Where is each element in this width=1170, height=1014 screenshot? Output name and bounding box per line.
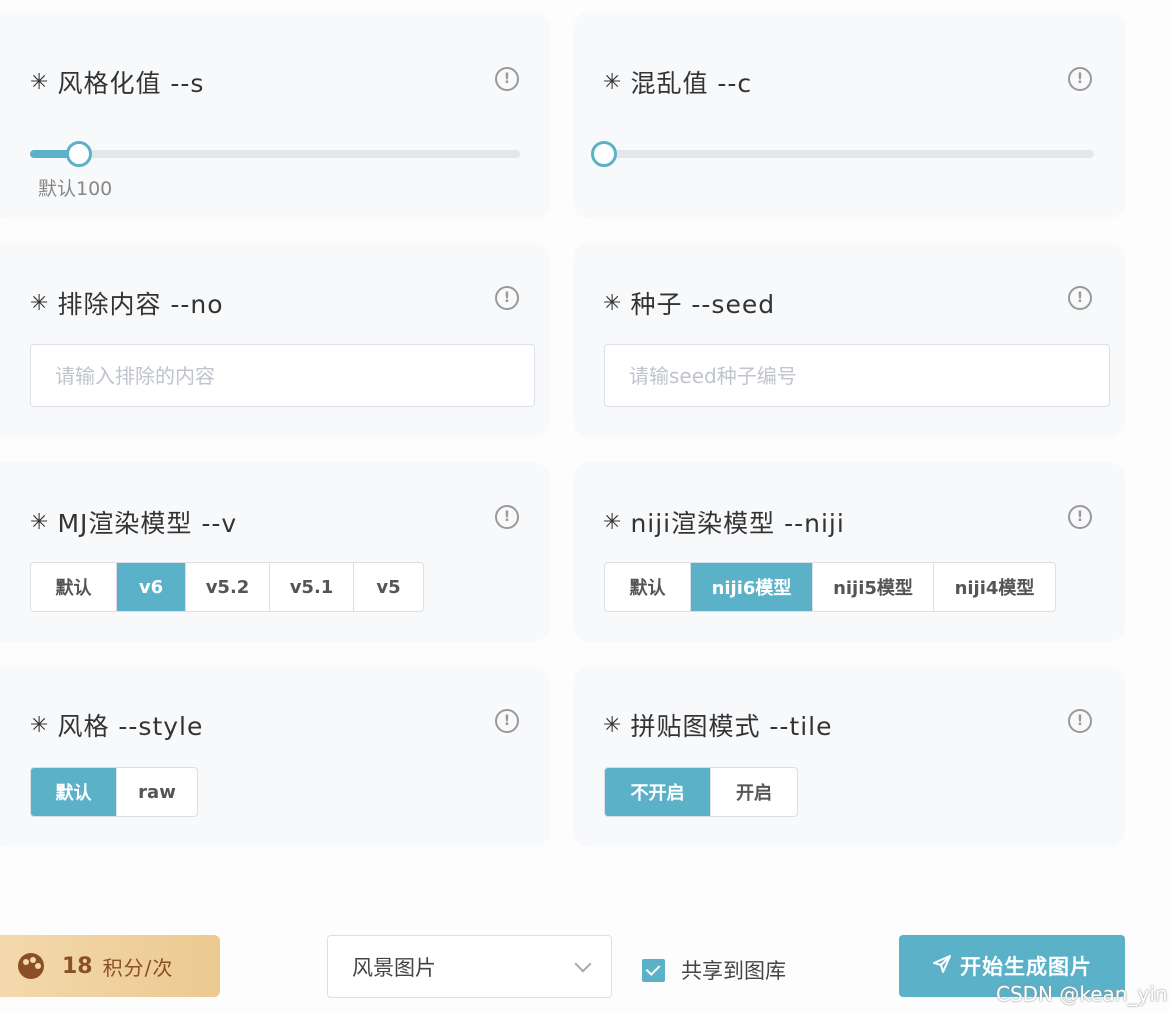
asterisk-icon: ✳ (603, 509, 623, 535)
generate-label: 开始生成图片 (960, 955, 1092, 979)
cost-badge: 18 积分/次 (0, 935, 220, 997)
cost-number: 18 (62, 953, 93, 979)
share-to-gallery[interactable]: 共享到图库 (642, 955, 786, 985)
asterisk-icon: ✳ (603, 69, 623, 95)
chaos-slider-thumb[interactable] (591, 141, 617, 167)
seed-card: ✳ 种子 --seed ! (573, 243, 1125, 437)
niji-model-option-niji6[interactable]: niji6模型 (691, 563, 813, 611)
tile-option-off[interactable]: 不开启 (605, 768, 711, 816)
watermark: CSDN @kean_yin (996, 982, 1168, 1006)
niji-model-option-niji4[interactable]: niji4模型 (934, 563, 1055, 611)
info-icon[interactable]: ! (495, 286, 519, 310)
chevron-down-icon (574, 955, 592, 973)
stylize-card: ✳ 风格化值 --s ! 默认100 (0, 12, 550, 219)
mj-model-option-v6[interactable]: v6 (117, 563, 186, 611)
no-title: ✳ 排除内容 --no (30, 290, 224, 319)
mj-model-segmented: 默认 v6 v5.2 v5.1 v5 (30, 562, 424, 612)
niji-model-segmented: 默认 niji6模型 niji5模型 niji4模型 (604, 562, 1056, 612)
asterisk-icon: ✳ (603, 290, 623, 316)
style-option-default[interactable]: 默认 (31, 768, 117, 816)
niji-model-option-niji5[interactable]: niji5模型 (813, 563, 934, 611)
asterisk-icon: ✳ (30, 69, 50, 95)
niji-model-card: ✳ niji渲染模型 --niji ! 默认 niji6模型 niji5模型 n… (573, 462, 1125, 642)
category-select[interactable]: 风景图片 (327, 935, 612, 998)
info-icon[interactable]: ! (1068, 505, 1092, 529)
stylize-slider[interactable] (30, 141, 520, 167)
seed-title: ✳ 种子 --seed (603, 290, 776, 319)
seed-input[interactable] (604, 344, 1110, 407)
mj-model-title: ✳ MJ渲染模型 --v (30, 509, 238, 538)
cost-unit: 积分/次 (102, 955, 174, 980)
stylize-slider-thumb[interactable] (66, 141, 92, 167)
asterisk-icon: ✳ (603, 712, 623, 738)
asterisk-icon: ✳ (30, 712, 50, 738)
no-card: ✳ 排除内容 --no ! (0, 243, 550, 437)
palette-icon (18, 953, 44, 979)
info-icon[interactable]: ! (1068, 67, 1092, 91)
info-icon[interactable]: ! (1068, 709, 1092, 733)
share-label: 共享到图库 (681, 959, 786, 983)
tile-title: ✳ 拼贴图模式 --tile (603, 712, 833, 741)
mj-model-card: ✳ MJ渲染模型 --v ! 默认 v6 v5.2 v5.1 v5 (0, 462, 550, 642)
no-input[interactable] (30, 344, 535, 407)
stylize-title: ✳ 风格化值 --s (30, 69, 205, 98)
asterisk-icon: ✳ (30, 509, 50, 535)
category-select-value: 风景图片 (352, 955, 436, 980)
tile-segmented: 不开启 开启 (604, 767, 798, 817)
style-card: ✳ 风格 --style ! 默认 raw (0, 667, 550, 847)
niji-model-title: ✳ niji渲染模型 --niji (603, 509, 845, 538)
chaos-slider[interactable] (591, 141, 1094, 167)
send-icon (932, 954, 952, 979)
niji-model-option-default[interactable]: 默认 (605, 563, 691, 611)
style-option-raw[interactable]: raw (117, 768, 197, 816)
style-segmented: 默认 raw (30, 767, 198, 817)
chaos-card: ✳ 混乱值 --c ! (573, 12, 1125, 219)
tile-card: ✳ 拼贴图模式 --tile ! 不开启 开启 (573, 667, 1125, 847)
info-icon[interactable]: ! (495, 709, 519, 733)
info-icon[interactable]: ! (495, 67, 519, 91)
asterisk-icon: ✳ (30, 290, 50, 316)
mj-model-option-v5[interactable]: v5 (354, 563, 423, 611)
mj-model-option-v5-2[interactable]: v5.2 (186, 563, 270, 611)
info-icon[interactable]: ! (1068, 286, 1092, 310)
chaos-title: ✳ 混乱值 --c (603, 69, 753, 98)
share-checkbox[interactable] (642, 958, 665, 982)
mj-model-option-default[interactable]: 默认 (31, 563, 117, 611)
mj-model-option-v5-1[interactable]: v5.1 (270, 563, 354, 611)
info-icon[interactable]: ! (495, 505, 519, 529)
style-title: ✳ 风格 --style (30, 712, 204, 741)
tile-option-on[interactable]: 开启 (711, 768, 797, 816)
stylize-default-note: 默认100 (38, 178, 113, 200)
